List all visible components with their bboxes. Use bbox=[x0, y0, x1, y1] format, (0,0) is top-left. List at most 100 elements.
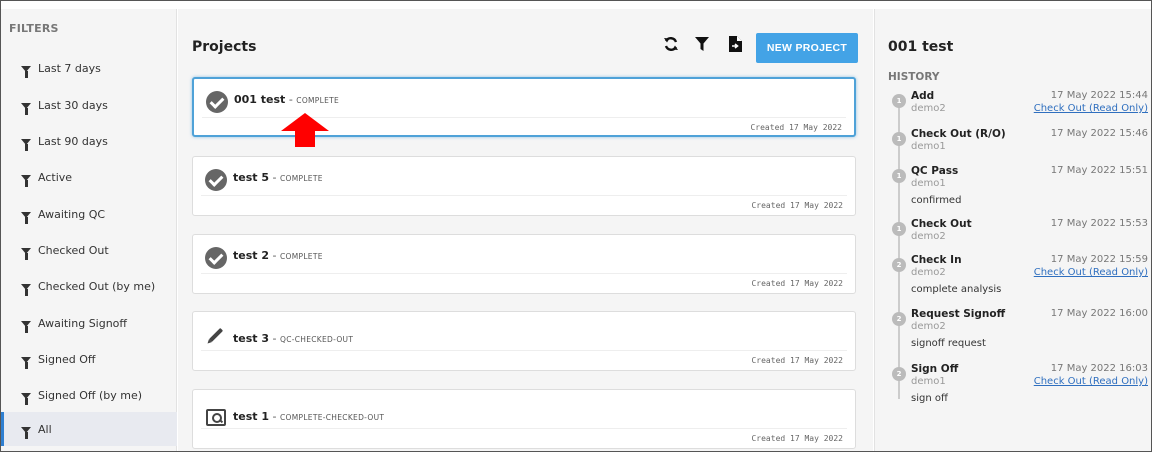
card-divider bbox=[201, 428, 847, 429]
filter-label: Checked Out bbox=[38, 243, 109, 257]
filter-signed-off[interactable]: Signed Off bbox=[1, 342, 177, 376]
refresh-icon-svg bbox=[664, 37, 678, 51]
event-action: Request Signoff bbox=[911, 308, 1006, 320]
check-badge-shape bbox=[206, 91, 228, 113]
filter-icon bbox=[21, 321, 31, 333]
project-name: test 3 bbox=[233, 332, 270, 345]
step-icon: 1 bbox=[892, 94, 906, 108]
filter-label: Signed Off (by me) bbox=[38, 388, 143, 402]
event-action: Check In bbox=[911, 254, 962, 266]
filter-label: All bbox=[38, 422, 52, 436]
check-badge-icon bbox=[205, 247, 227, 269]
check-badge-icon bbox=[205, 169, 227, 191]
event-action: Check Out (R/O) bbox=[911, 128, 1006, 140]
event-action: Add bbox=[911, 90, 935, 102]
event-time: 17 May 2022 16:03 bbox=[1050, 363, 1148, 374]
check-badge-shape bbox=[205, 169, 227, 191]
filter-label: Awaiting QC bbox=[38, 207, 106, 221]
new-project-button[interactable]: NEW PROJECT bbox=[756, 33, 858, 63]
filter-last-30-days[interactable]: Last 30 days bbox=[1, 88, 177, 122]
project-name-line: test 2 - COMPLETE bbox=[233, 249, 323, 262]
card-divider bbox=[201, 350, 847, 351]
filter-awaiting-qc[interactable]: Awaiting QC bbox=[1, 197, 177, 231]
refresh-icon[interactable] bbox=[660, 33, 682, 55]
detail-title: 001 test bbox=[888, 39, 954, 55]
filters-sidebar: FILTERS Last 7 days Last 30 days Last 90… bbox=[1, 9, 177, 451]
red-arrow-icon bbox=[281, 113, 329, 147]
project-created-date: Created 17 May 2022 bbox=[751, 201, 843, 210]
project-created-date: Created 17 May 2022 bbox=[751, 279, 843, 288]
filter-icon bbox=[21, 357, 31, 369]
event-action: Sign Off bbox=[911, 363, 959, 375]
project-created-date: Created 17 May 2022 bbox=[750, 123, 842, 132]
check-out-read-only-link[interactable]: Check Out (Read Only) bbox=[1034, 103, 1148, 114]
event-action: QC Pass bbox=[911, 165, 959, 177]
file-export-icon[interactable] bbox=[724, 33, 746, 55]
project-created-date: Created 17 May 2022 bbox=[751, 434, 843, 443]
step-icon: 2 bbox=[892, 367, 906, 381]
name-separator: - bbox=[269, 249, 280, 262]
filter-checked-out[interactable]: Checked Out bbox=[1, 233, 177, 267]
filter-label: Checked Out (by me) bbox=[38, 279, 156, 293]
filter-icon bbox=[21, 103, 31, 115]
project-status: COMPLETE-CHECKED-OUT bbox=[279, 413, 385, 422]
filter-last-7-days[interactable]: Last 7 days bbox=[1, 51, 177, 85]
project-name-line: test 5 - COMPLETE bbox=[233, 171, 323, 184]
project-name-line: test 1 - COMPLETE-CHECKED-OUT bbox=[233, 410, 384, 423]
card-divider bbox=[201, 273, 847, 274]
event-user: demo1 bbox=[911, 178, 946, 189]
pencil-icon bbox=[205, 324, 227, 346]
event-time: 17 May 2022 15:59 bbox=[1050, 254, 1148, 265]
project-name: 001 test bbox=[234, 93, 286, 106]
step-icon: 1 bbox=[892, 132, 906, 146]
filter-label: Signed Off bbox=[38, 352, 96, 366]
check-badge-shape bbox=[205, 247, 227, 269]
name-separator: - bbox=[269, 410, 280, 423]
filter-all[interactable]: All bbox=[1, 412, 177, 446]
event-action: Check Out bbox=[911, 218, 972, 230]
projects-panel: Projects NEW PROJECT 001 test - COMPLETE… bbox=[178, 9, 873, 451]
event-note: sign off bbox=[911, 393, 948, 404]
filter-icon bbox=[21, 66, 31, 78]
event-time: 17 May 2022 15:44 bbox=[1050, 90, 1148, 101]
filter-label: Last 7 days bbox=[38, 61, 101, 75]
filter-checked-out-by-me[interactable]: Checked Out (by me) bbox=[1, 269, 177, 303]
filter-last-90-days[interactable]: Last 90 days bbox=[1, 124, 177, 158]
event-user: demo2 bbox=[911, 267, 946, 278]
project-card-test-2[interactable]: test 2 - COMPLETE Created 17 May 2022 bbox=[192, 234, 856, 294]
filter-label: Awaiting Signoff bbox=[38, 316, 127, 330]
name-separator: - bbox=[269, 332, 280, 345]
filter-signed-off-by-me[interactable]: Signed Off (by me) bbox=[1, 378, 177, 412]
event-user: demo1 bbox=[911, 141, 946, 152]
project-name: test 5 bbox=[233, 171, 270, 184]
filter-active[interactable]: Active bbox=[1, 160, 177, 194]
project-card-test-3[interactable]: test 3 - QC-CHECKED-OUT Created 17 May 2… bbox=[192, 311, 856, 371]
event-user: demo1 bbox=[911, 376, 946, 387]
filter-icon bbox=[21, 139, 31, 151]
project-card-test-1[interactable]: test 1 - COMPLETE-CHECKED-OUT Created 17… bbox=[192, 389, 856, 449]
check-out-read-only-link[interactable]: Check Out (Read Only) bbox=[1034, 267, 1148, 278]
event-time: 17 May 2022 16:00 bbox=[1050, 308, 1148, 319]
event-time: 17 May 2022 15:53 bbox=[1050, 218, 1148, 229]
filter-label: Last 30 days bbox=[38, 98, 108, 112]
filter-label: Last 90 days bbox=[38, 134, 108, 148]
card-divider bbox=[201, 195, 847, 196]
event-time: 17 May 2022 15:46 bbox=[1050, 128, 1148, 139]
step-icon: 1 bbox=[892, 222, 906, 236]
filter-icon bbox=[21, 248, 31, 260]
project-created-date: Created 17 May 2022 bbox=[751, 356, 843, 365]
projects-title: Projects bbox=[192, 39, 257, 55]
check-out-read-only-link[interactable]: Check Out (Read Only) bbox=[1034, 376, 1148, 387]
project-name-line: 001 test - COMPLETE bbox=[234, 93, 339, 106]
project-status: COMPLETE bbox=[279, 174, 323, 183]
history-heading: HISTORY bbox=[888, 71, 940, 83]
step-icon: 1 bbox=[892, 169, 906, 183]
project-detail-panel: 001 test HISTORY 1 Add demo2 17 May 2022… bbox=[874, 9, 1151, 451]
step-icon: 2 bbox=[892, 312, 906, 326]
filter-awaiting-signoff[interactable]: Awaiting Signoff bbox=[1, 306, 177, 340]
project-status: QC-CHECKED-OUT bbox=[279, 335, 354, 344]
filter-toolbar-icon[interactable] bbox=[691, 33, 713, 55]
project-card-test-5[interactable]: test 5 - COMPLETE Created 17 May 2022 bbox=[192, 156, 856, 216]
app-window: FILTERS Last 7 days Last 30 days Last 90… bbox=[0, 0, 1152, 452]
event-user: demo2 bbox=[911, 231, 946, 242]
